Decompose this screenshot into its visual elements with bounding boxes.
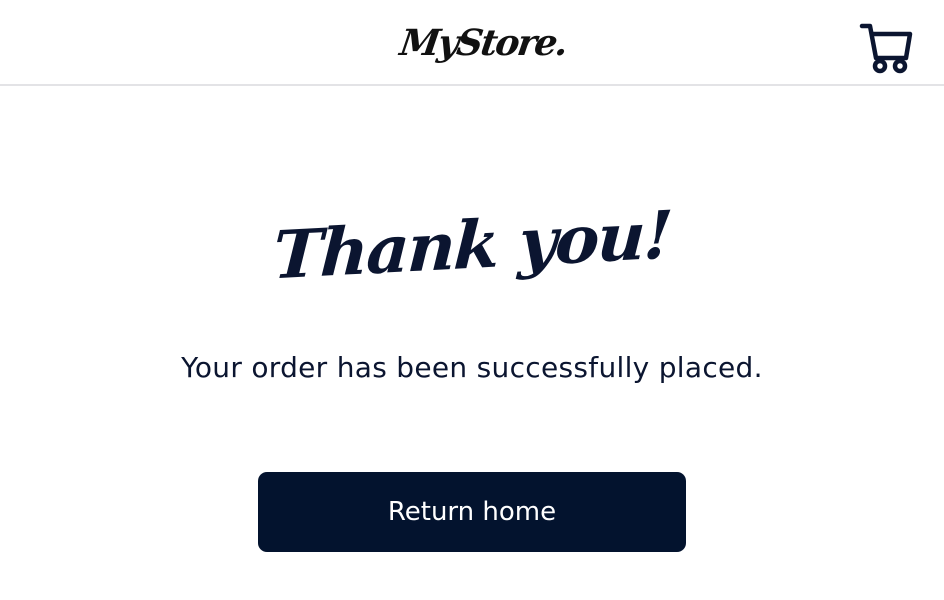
header: MyStore. bbox=[0, 0, 944, 86]
return-home-button[interactable]: Return home bbox=[258, 472, 686, 552]
cart-button[interactable] bbox=[858, 20, 914, 76]
confirmation-panel: Thank you! Your order has been successfu… bbox=[0, 88, 944, 600]
store-logo[interactable]: MyStore. bbox=[396, 14, 569, 76]
shopping-cart-icon bbox=[859, 23, 913, 74]
thank-you-heading: Thank you! bbox=[271, 195, 673, 295]
order-confirmation-message: Your order has been successfully placed. bbox=[181, 351, 763, 384]
